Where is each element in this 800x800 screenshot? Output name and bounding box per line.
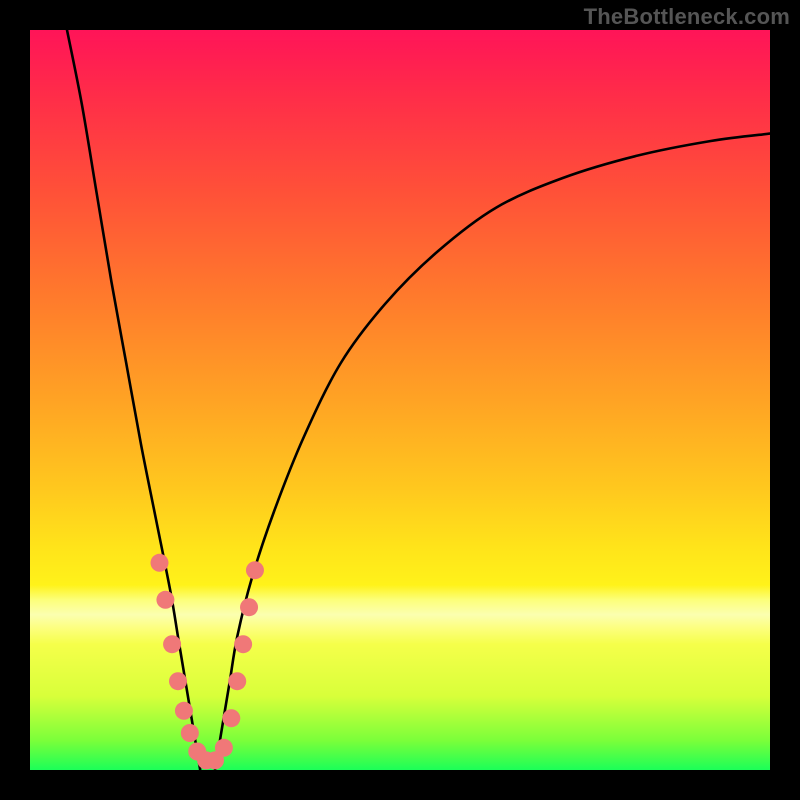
bead-marker <box>228 672 246 690</box>
bead-marker <box>222 709 240 727</box>
bead-marker <box>181 724 199 742</box>
plot-svg <box>30 30 770 770</box>
watermark-text: TheBottleneck.com <box>584 4 790 30</box>
curve-group <box>67 30 770 770</box>
bead-marker <box>156 591 174 609</box>
bead-marker <box>169 672 187 690</box>
bead-marker <box>246 561 264 579</box>
bead-marker <box>175 702 193 720</box>
bead-marker <box>215 739 233 757</box>
bead-marker <box>151 554 169 572</box>
bead-marker <box>163 635 181 653</box>
bead-marker <box>240 598 258 616</box>
outer-frame: TheBottleneck.com <box>0 0 800 800</box>
marker-group <box>151 554 264 770</box>
curve-left-branch <box>67 30 200 770</box>
plot-area <box>30 30 770 770</box>
curve-right-branch <box>215 134 770 770</box>
bead-marker <box>234 635 252 653</box>
